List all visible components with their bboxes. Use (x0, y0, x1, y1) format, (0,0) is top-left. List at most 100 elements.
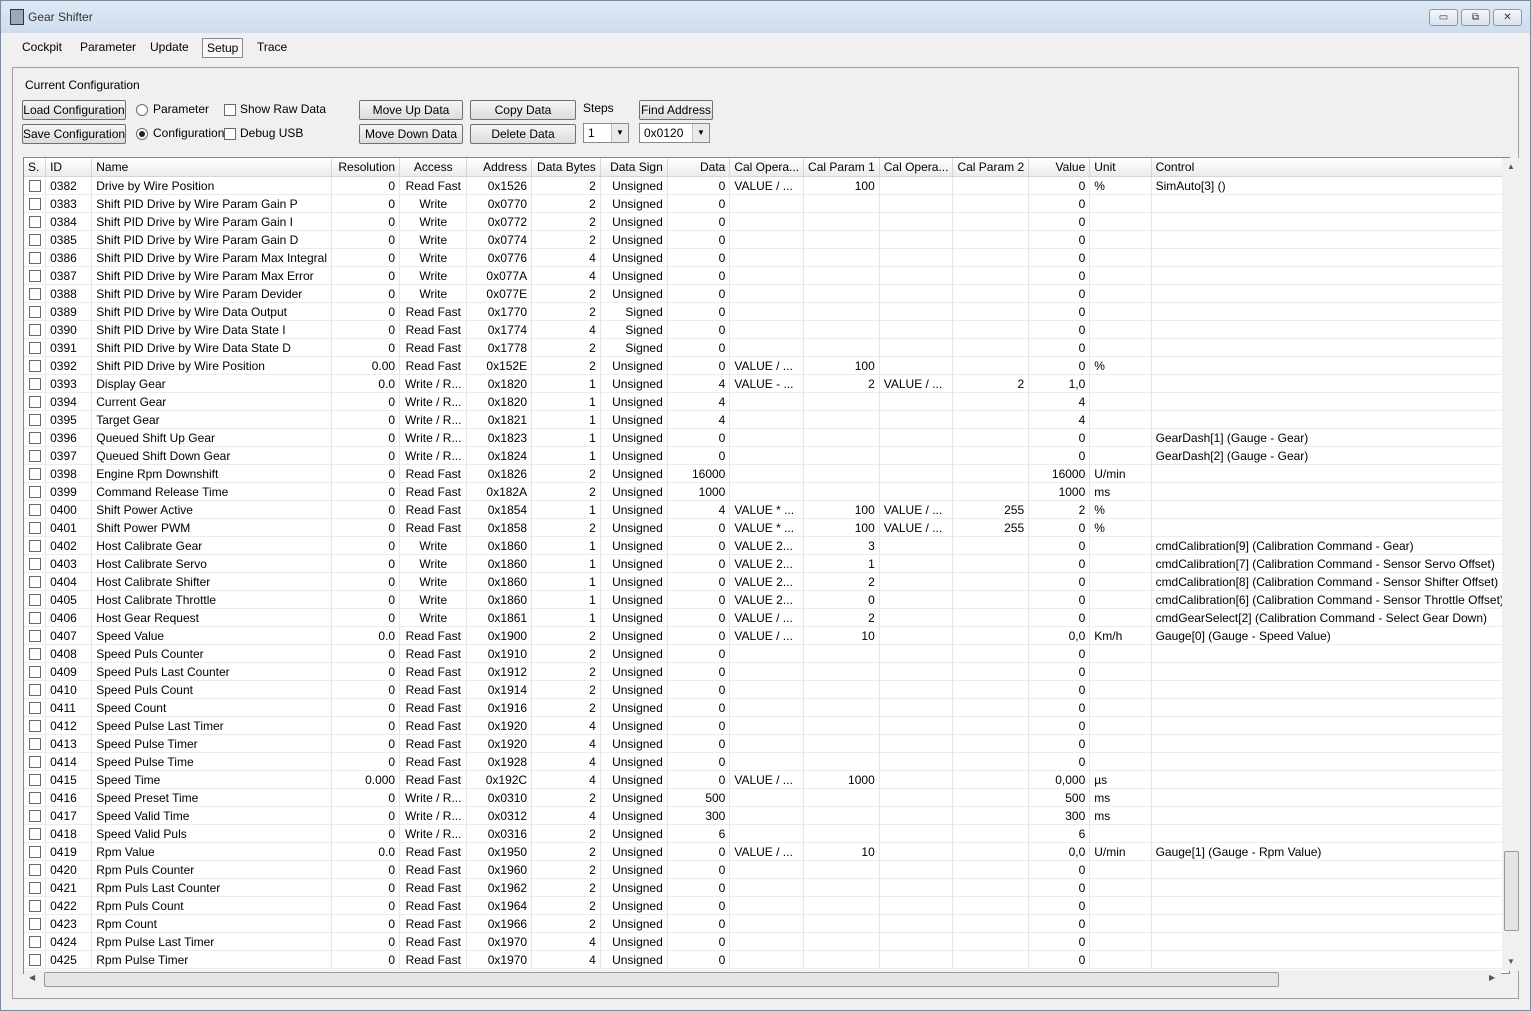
debug-usb-checkbox[interactable] (224, 128, 236, 140)
table-row[interactable]: 0386 Shift PID Drive by Wire Param Max In… (24, 248, 1509, 267)
row-checkbox[interactable] (28, 954, 41, 967)
configuration-radio[interactable] (136, 128, 148, 140)
table-row[interactable]: 0420 Rpm Puls Counter 0 Read Fast 0x1960 2 Uns… (24, 860, 1509, 879)
row-checkbox[interactable] (28, 360, 41, 373)
column-header-cal-operation-2[interactable]: Cal Opera... (879, 158, 954, 177)
column-header-access[interactable]: Access (399, 158, 468, 177)
table-row[interactable]: 0422 Rpm Puls Count 0 Read Fast 0x1964 2 Unsig… (24, 896, 1509, 915)
table-row[interactable]: 0415 Speed Time 0.000 Read Fast 0x192C 4 Unsig… (24, 770, 1509, 789)
table-row[interactable]: 0405 Host Calibrate Throttle 0 Write 0x1860 1… (24, 590, 1509, 609)
vertical-scrollbar[interactable]: ▲ ▼ (1502, 158, 1519, 971)
find-address-button[interactable]: Find Address (639, 100, 713, 120)
row-checkbox[interactable] (28, 900, 41, 913)
steps-select[interactable]: 1 ▼ (583, 123, 629, 143)
row-checkbox[interactable] (28, 666, 41, 679)
row-checkbox[interactable] (28, 324, 41, 337)
row-checkbox[interactable] (28, 558, 41, 571)
table-row[interactable]: 0421 Rpm Puls Last Counter 0 Read Fast 0x196… (24, 878, 1509, 897)
delete-data-button[interactable]: Delete Data (470, 124, 576, 144)
table-row[interactable]: 0416 Speed Preset Time 0 Write / R... 0x0310… (24, 788, 1509, 807)
table-row[interactable]: 0409 Speed Puls Last Counter 0 Read Fast 0x1… (24, 662, 1509, 681)
parameter-radio[interactable] (136, 104, 148, 116)
table-row[interactable]: 0410 Speed Puls Count 0 Read Fast 0x1914 2 Uns… (24, 680, 1509, 699)
row-checkbox[interactable] (28, 216, 41, 229)
row-checkbox[interactable] (28, 342, 41, 355)
table-row[interactable]: 0404 Host Calibrate Shifter 0 Write 0x1860 1 U… (24, 572, 1509, 591)
table-row[interactable]: 0396 Queued Shift Up Gear 0 Write / R... 0x1… (24, 428, 1509, 447)
table-row[interactable]: 0408 Speed Puls Counter 0 Read Fast 0x1910 2 U… (24, 644, 1509, 663)
column-header-cal-operation-1[interactable]: Cal Opera... (729, 158, 805, 177)
table-row[interactable]: 0423 Rpm Count 0 Read Fast 0x1966 2 Unsigned 0 0 (24, 914, 1509, 933)
column-header-resolution[interactable]: Resolution (331, 158, 401, 177)
row-checkbox[interactable] (28, 594, 41, 607)
row-checkbox[interactable] (28, 540, 41, 553)
table-row[interactable]: 0394 Current Gear 0 Write / R... 0x1820 1 Unsi… (24, 392, 1509, 411)
table-row[interactable]: 0411 Speed Count 0 Read Fast 0x1916 2 Unsigned… (24, 698, 1509, 717)
row-checkbox[interactable] (28, 864, 41, 877)
table-row[interactable]: 0395 Target Gear 0 Write / R... 0x1821 1 Unsig… (24, 410, 1509, 429)
row-checkbox[interactable] (28, 504, 41, 517)
column-header-address[interactable]: Address (466, 158, 533, 177)
table-row[interactable]: 0425 Rpm Pulse Timer 0 Read Fast 0x1970 4 Unsi… (24, 950, 1509, 969)
row-checkbox[interactable] (28, 486, 41, 499)
table-row[interactable]: 0382 Drive by Wire Position 0 Read Fast 0x15… (24, 176, 1509, 195)
row-checkbox[interactable] (28, 576, 41, 589)
column-header-data-sign[interactable]: Data Sign (600, 158, 668, 177)
table-row[interactable]: 0400 Shift Power Active 0 Read Fast 0x1854 1 U… (24, 500, 1509, 519)
close-button[interactable]: ✕ (1493, 9, 1522, 26)
table-row[interactable]: 0397 Queued Shift Down Gear 0 Write / R... 0… (24, 446, 1509, 465)
row-checkbox[interactable] (28, 648, 41, 661)
show-raw-data-checkbox[interactable] (224, 104, 236, 116)
minimize-button[interactable]: ▭ (1429, 9, 1458, 26)
table-row[interactable]: 0393 Display Gear 0.0 Write / R... 0x1820 1 Un… (24, 374, 1509, 393)
row-checkbox[interactable] (28, 270, 41, 283)
table-row[interactable]: 0403 Host Calibrate Servo 0 Write 0x1860 1 Uns… (24, 554, 1509, 573)
column-header-data-bytes[interactable]: Data Bytes (531, 158, 601, 177)
tab-update[interactable]: Update (146, 38, 193, 56)
table-row[interactable]: 0414 Speed Pulse Time 0 Read Fast 0x1928 4 Uns… (24, 752, 1509, 771)
table-row[interactable]: 0412 Speed Pulse Last Timer 0 Read Fast 0x19… (24, 716, 1509, 735)
horizontal-scroll-thumb[interactable] (44, 972, 1279, 987)
row-checkbox[interactable] (28, 738, 41, 751)
copy-data-button[interactable]: Copy Data (470, 100, 576, 120)
scroll-up-icon[interactable]: ▲ (1507, 162, 1515, 171)
row-checkbox[interactable] (28, 396, 41, 409)
column-header-control[interactable]: Control (1151, 158, 1509, 177)
row-checkbox[interactable] (28, 792, 41, 805)
scroll-right-icon[interactable]: ▶ (1489, 973, 1495, 982)
table-row[interactable]: 0413 Speed Pulse Timer 0 Read Fast 0x1920 4 Un… (24, 734, 1509, 753)
row-checkbox[interactable] (28, 720, 41, 733)
column-header-id[interactable]: ID (45, 158, 93, 177)
table-row[interactable]: 0384 Shift PID Drive by Wire Param Gain I… (24, 212, 1509, 231)
row-checkbox[interactable] (28, 450, 41, 463)
row-checkbox[interactable] (28, 198, 41, 211)
table-row[interactable]: 0418 Speed Valid Puls 0 Write / R... 0x0316 2… (24, 824, 1509, 843)
column-header-unit[interactable]: Unit (1089, 158, 1152, 177)
tab-setup[interactable]: Setup (202, 38, 244, 58)
column-header-data[interactable]: Data (667, 158, 731, 177)
column-header-cal-param-2[interactable]: Cal Param 2 (952, 158, 1030, 177)
row-checkbox[interactable] (28, 918, 41, 931)
tab-cockpit[interactable]: Cockpit (18, 38, 66, 56)
row-checkbox[interactable] (28, 702, 41, 715)
table-row[interactable]: 0391 Shift PID Drive by Wire Data State D… (24, 338, 1509, 357)
column-header-select[interactable]: S. (24, 158, 47, 177)
table-row[interactable]: 0399 Command Release Time 0 Read Fast 0x182A… (24, 482, 1509, 501)
row-checkbox[interactable] (28, 774, 41, 787)
horizontal-scrollbar[interactable]: ◀ ▶ (24, 970, 1501, 987)
row-checkbox[interactable] (28, 756, 41, 769)
table-row[interactable]: 0424 Rpm Pulse Last Timer 0 Read Fast 0x1970… (24, 932, 1509, 951)
row-checkbox[interactable] (28, 882, 41, 895)
table-row[interactable]: 0417 Speed Valid Time 0 Write / R... 0x0312 4… (24, 806, 1509, 825)
table-row[interactable]: 0398 Engine Rpm Downshift 0 Read Fast 0x1826… (24, 464, 1509, 483)
row-checkbox[interactable] (28, 828, 41, 841)
row-checkbox[interactable] (28, 252, 41, 265)
row-checkbox[interactable] (28, 180, 41, 193)
column-header-name[interactable]: Name (91, 158, 332, 177)
row-checkbox[interactable] (28, 630, 41, 643)
table-row[interactable]: 0407 Speed Value 0.0 Read Fast 0x1900 2 Unsign… (24, 626, 1509, 645)
row-checkbox[interactable] (28, 846, 41, 859)
row-checkbox[interactable] (28, 414, 41, 427)
table-row[interactable]: 0389 Shift PID Drive by Wire Data Output 0… (24, 302, 1509, 321)
table-row[interactable]: 0401 Shift Power PWM 0 Read Fast 0x1858 2 Unsi… (24, 518, 1509, 537)
